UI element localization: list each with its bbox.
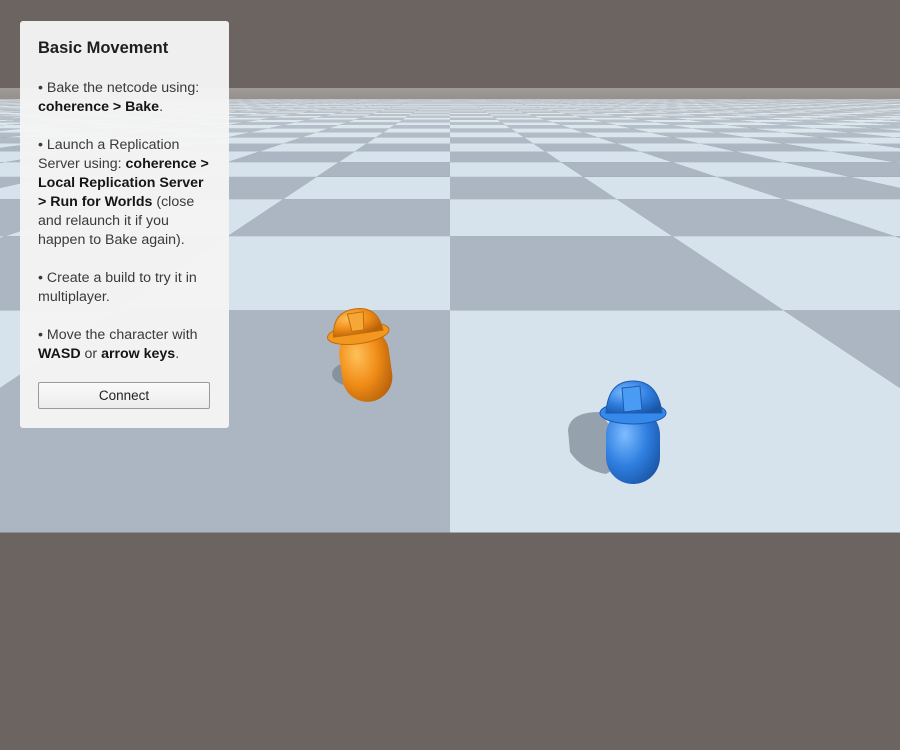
bullet: • [38, 327, 47, 343]
bullet: • [38, 137, 47, 153]
helmet-ridge-icon [621, 385, 643, 413]
instruction-text: . [159, 99, 164, 115]
instruction-text: . [175, 346, 180, 362]
floor-tile [338, 151, 450, 163]
bullet: • [38, 270, 47, 286]
instruction-text: Move the character with [46, 327, 198, 343]
key-hint-wasd: WASD [38, 346, 81, 362]
instruction-text: or [80, 346, 102, 362]
floor-tile [450, 162, 584, 177]
connect-button[interactable]: Connect [38, 382, 210, 409]
instruction-step-server: • Launch a Replication Server using: coh… [38, 136, 212, 250]
floor-tile [450, 151, 562, 163]
instruction-step-bake: • Bake the netcode using: coherence > Ba… [38, 79, 212, 117]
bullet: • [38, 80, 47, 96]
floor-tile [316, 162, 450, 177]
key-hint-arrows: arrow keys [101, 346, 176, 362]
instruction-step-move: • Move the character with WASD or arrow … [38, 326, 212, 364]
menu-path: coherence > Bake [38, 99, 160, 115]
instructions-panel: Basic Movement • Bake the netcode using:… [20, 21, 229, 428]
instruction-text: Create a build to try it in multiplayer. [38, 270, 197, 305]
instruction-text: Bake the netcode using: [46, 80, 200, 96]
instruction-step-build: • Create a build to try it in multiplaye… [38, 269, 212, 307]
panel-title: Basic Movement [38, 39, 169, 57]
floor-tile [450, 310, 900, 533]
